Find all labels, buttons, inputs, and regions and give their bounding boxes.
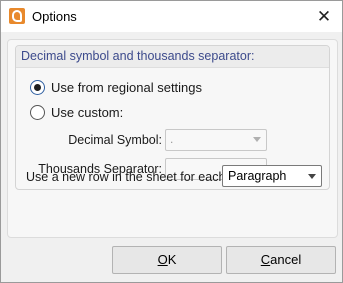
cancel-label-rest: ancel <box>270 252 302 267</box>
new-row-value: Paragraph <box>228 169 287 183</box>
new-row-label: Use a new row in the sheet for each: <box>26 170 229 184</box>
radio-button-regional[interactable] <box>30 80 45 95</box>
chevron-down-icon <box>253 137 261 142</box>
decimal-symbol-value: . <box>170 132 174 146</box>
ok-button[interactable]: OK <box>112 246 222 274</box>
options-panel: Decimal symbol and thousands separator: … <box>7 39 338 238</box>
close-icon[interactable]: ✕ <box>310 5 338 29</box>
decimal-symbol-combo[interactable]: . <box>165 129 267 151</box>
options-dialog: Options ✕ Decimal symbol and thousands s… <box>0 0 343 283</box>
radio-use-custom[interactable]: Use custom: <box>30 105 123 120</box>
new-row-select[interactable]: Paragraph <box>222 165 322 187</box>
cancel-button[interactable]: Cancel <box>226 246 336 274</box>
radio-custom-label: Use custom: <box>51 105 124 120</box>
radio-regional-label: Use from regional settings <box>51 80 203 95</box>
chevron-down-icon <box>308 174 316 179</box>
ok-mnemonic: O <box>157 252 168 267</box>
cancel-mnemonic: C <box>260 252 271 267</box>
dialog-title: Options <box>32 9 77 24</box>
group-title: Decimal symbol and thousands separator: <box>21 49 255 63</box>
radio-regional-settings[interactable]: Use from regional settings <box>30 80 202 95</box>
app-icon <box>9 8 25 24</box>
radio-button-custom[interactable] <box>30 105 45 120</box>
decimal-symbol-label: Decimal Symbol: <box>68 133 162 147</box>
group-header: Decimal symbol and thousands separator: <box>16 46 329 68</box>
title-bar: Options ✕ <box>1 1 342 32</box>
ok-label-rest: K <box>167 252 177 267</box>
